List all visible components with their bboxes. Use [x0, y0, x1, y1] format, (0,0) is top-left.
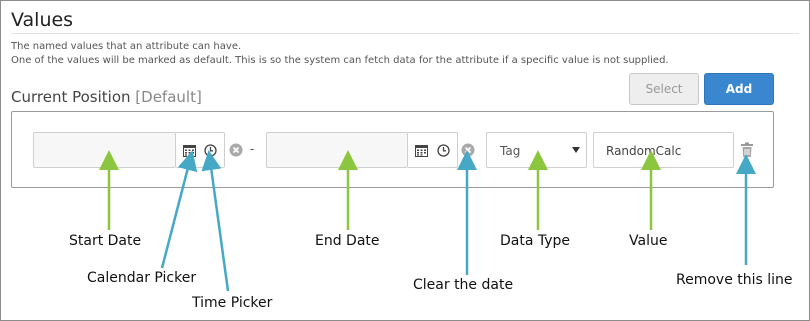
calendar-picker-arrow	[160, 150, 198, 269]
annotation-time-picker: Time Picker	[192, 295, 273, 311]
annotation-clear-date: Clear the date	[413, 277, 514, 293]
annotation-calendar-picker: Calendar Picker	[87, 270, 197, 286]
annotation-value: Value	[629, 233, 668, 249]
annotation-data-type: Data Type	[500, 233, 571, 249]
annotation-start-date: Start Date	[69, 233, 142, 249]
time-picker-arrow	[201, 150, 230, 292]
annotation-remove-line: Remove this line	[676, 272, 793, 288]
annotation-end-date: End Date	[315, 233, 380, 249]
